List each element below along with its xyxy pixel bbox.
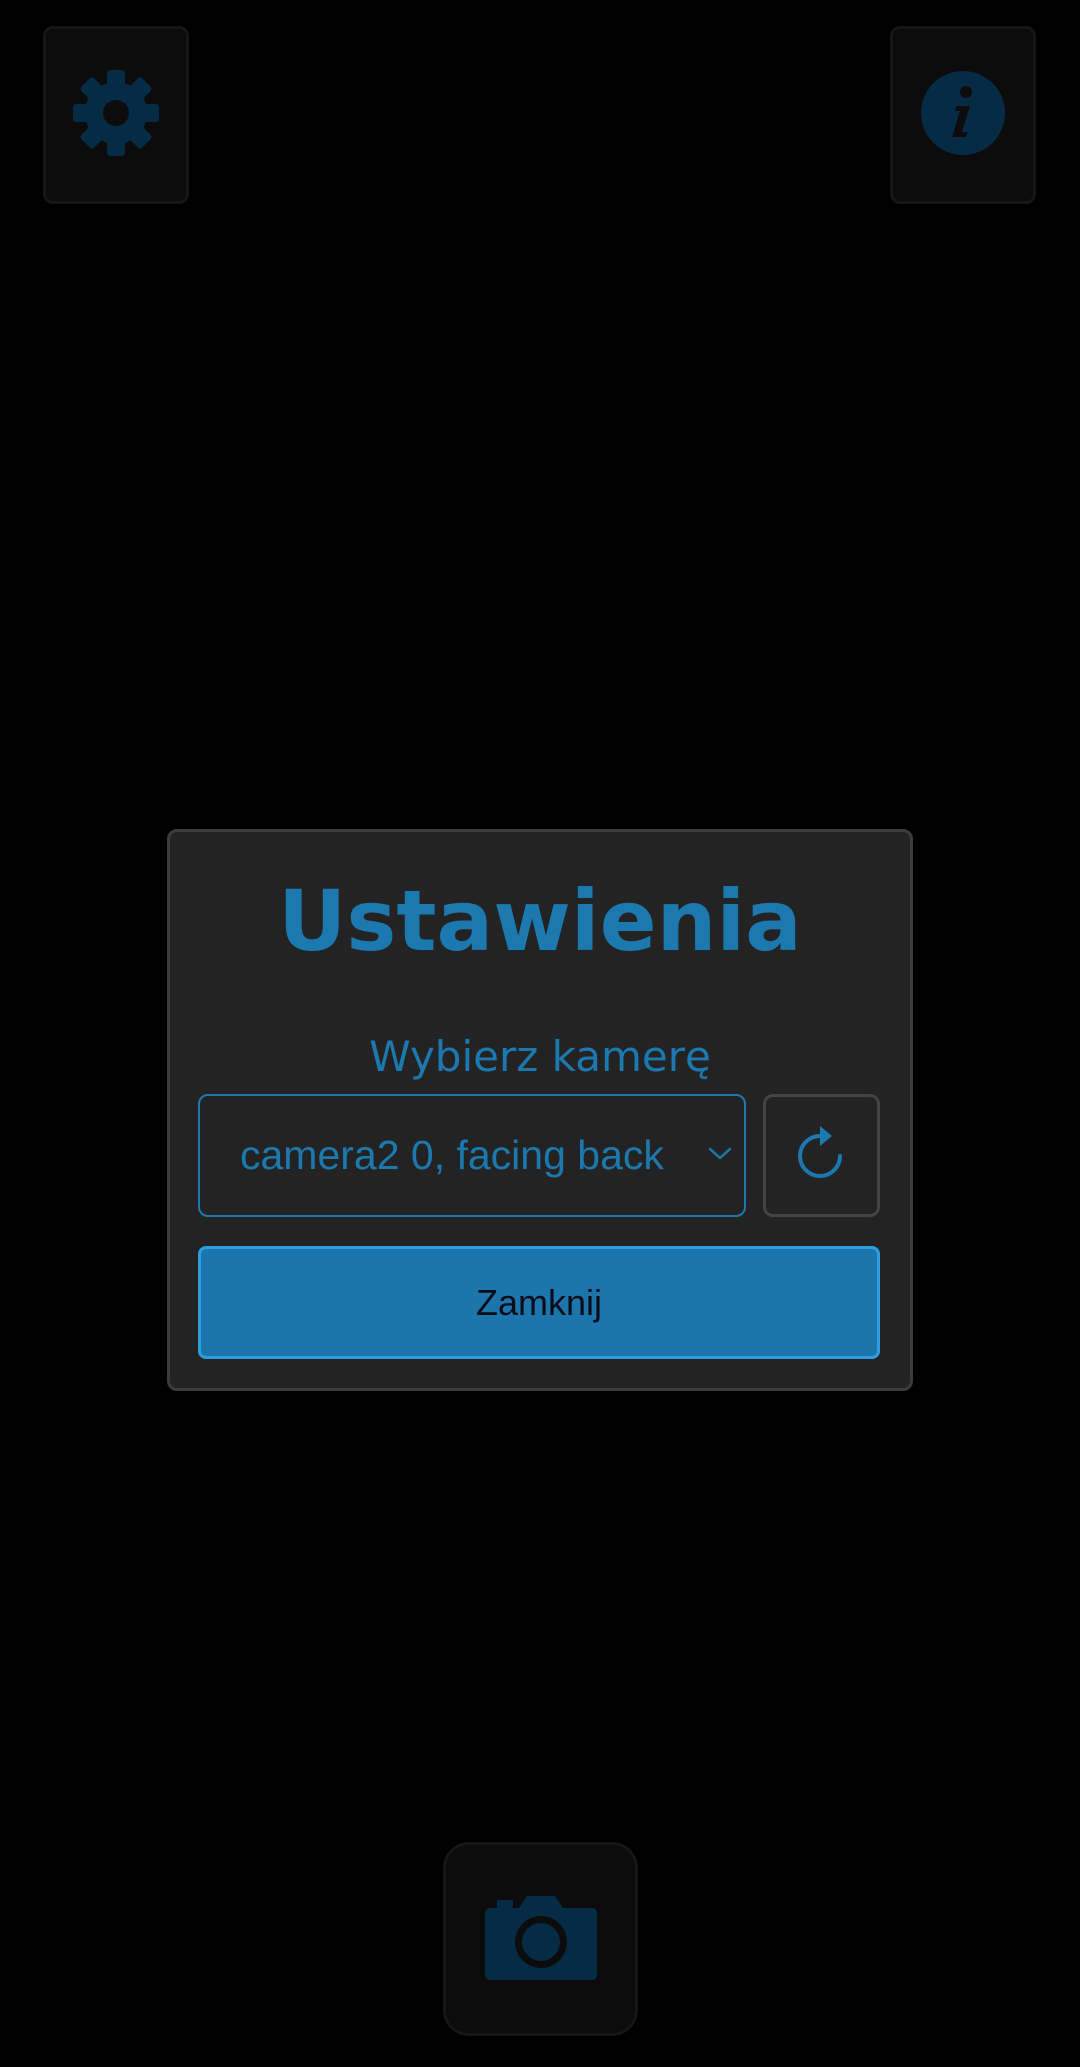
app-screen: Ustawienia Wybierz kamerę camera2 0, fac… <box>0 0 1080 2067</box>
capture-button[interactable] <box>443 1842 638 2036</box>
camera-label: Wybierz kamerę <box>369 1032 711 1081</box>
info-icon <box>920 70 1006 160</box>
camera-select-value: camera2 0, facing back <box>240 1132 664 1178</box>
settings-dialog: Ustawienia Wybierz kamerę camera2 0, fac… <box>167 829 913 1391</box>
refresh-icon <box>796 1125 848 1186</box>
close-button[interactable]: Zamknij <box>198 1246 880 1359</box>
refresh-cameras-button[interactable] <box>763 1094 880 1217</box>
settings-button[interactable] <box>43 26 189 204</box>
camera-icon <box>483 1892 599 1986</box>
camera-select[interactable]: camera2 0, facing back <box>198 1094 746 1217</box>
gear-icon <box>71 68 161 162</box>
chevron-down-icon <box>706 1145 734 1167</box>
info-button[interactable] <box>890 26 1036 204</box>
dialog-title: Ustawienia <box>278 872 802 970</box>
